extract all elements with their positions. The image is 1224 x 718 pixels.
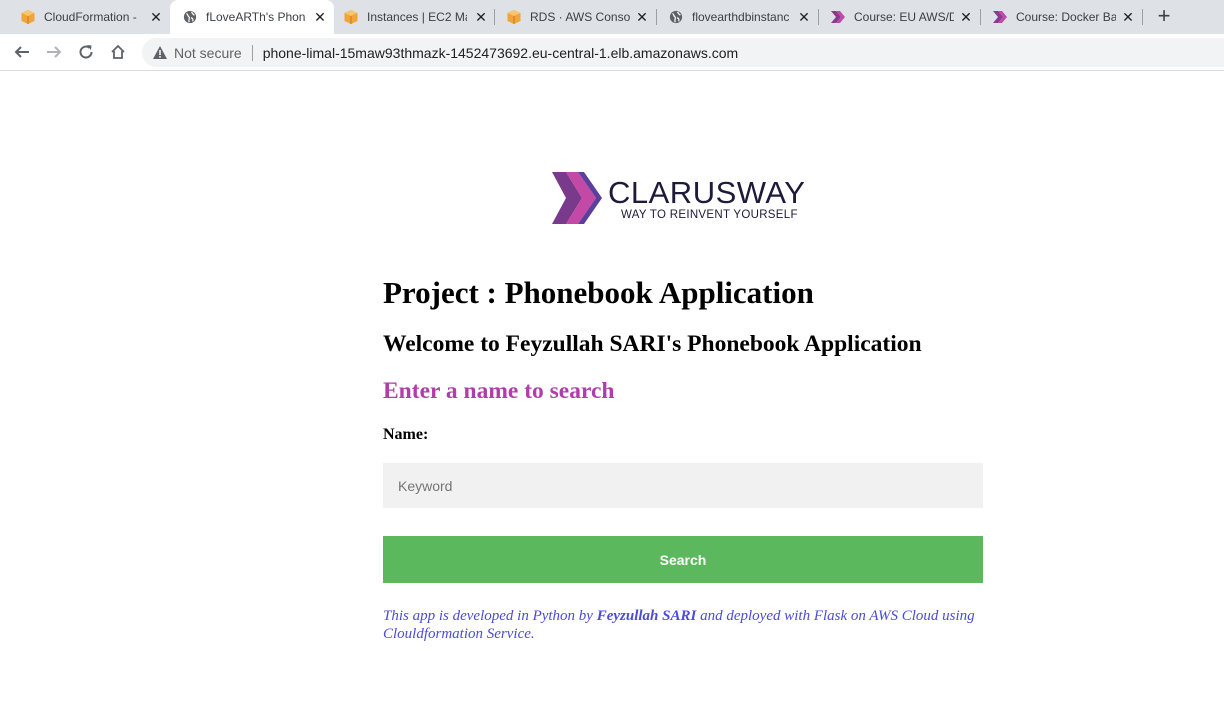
- globe-icon: [182, 9, 198, 25]
- tab-strip: CloudFormation - ✕ fLoveARTh's Phone ✕ I…: [0, 0, 1224, 34]
- back-arrow-icon: [14, 46, 29, 58]
- tab-title: Course: EU AWS/D: [854, 10, 954, 24]
- tab-title: Course: Docker Ba: [1016, 10, 1116, 24]
- page-title: Project : Phonebook Application: [383, 275, 814, 310]
- home-icon: [111, 44, 125, 59]
- tab-title: Instances | EC2 Ma: [367, 10, 467, 24]
- aws-box-icon: [506, 9, 522, 25]
- tab-separator: [1142, 9, 1143, 25]
- tab-phonebook[interactable]: fLoveARTh's Phone ✕: [170, 0, 334, 34]
- footer-author: Feyzullah SARI: [596, 608, 697, 624]
- reload-button[interactable]: [74, 40, 98, 64]
- close-icon[interactable]: ✕: [312, 9, 328, 25]
- clarusway-chevron-icon: [830, 9, 846, 25]
- tab-course-docker[interactable]: Course: Docker Ba ✕: [980, 0, 1142, 34]
- tab-separator: [818, 9, 819, 25]
- tab-rds[interactable]: RDS · AWS Console ✕: [495, 0, 656, 34]
- clarusway-logo: CLARUSWAY WAY TO REINVENT YOURSELF: [552, 170, 822, 226]
- tab-separator: [656, 9, 657, 25]
- globe-icon: [668, 9, 684, 25]
- url-text[interactable]: phone-limal-15maw93thmazk-1452473692.eu-…: [263, 45, 738, 61]
- logo-tagline: WAY TO REINVENT YOURSELF: [621, 209, 798, 221]
- home-button[interactable]: [106, 40, 130, 64]
- search-heading: Enter a name to search: [383, 378, 615, 404]
- tab-db-instance[interactable]: flovearthdbinstanc ✕: [656, 0, 818, 34]
- tab-ec2-instances[interactable]: Instances | EC2 Ma ✕: [334, 0, 495, 34]
- footer-prefix: This app is developed in Python by: [383, 608, 597, 624]
- close-icon[interactable]: ✕: [634, 9, 650, 25]
- browser-toolbar: Not secure phone-limal-15maw93thmazk-145…: [0, 34, 1224, 71]
- close-icon[interactable]: ✕: [148, 9, 164, 25]
- warning-icon: [152, 45, 168, 61]
- name-label: Name:: [383, 426, 429, 443]
- aws-box-icon: [343, 9, 359, 25]
- keyword-input[interactable]: [383, 463, 983, 508]
- logo-brand: CLARUSWAY: [608, 175, 806, 210]
- tab-title: fLoveARTh's Phone: [206, 10, 306, 24]
- omnibox-divider: [251, 44, 253, 61]
- security-label[interactable]: Not secure: [174, 45, 242, 61]
- tab-title: flovearthdbinstanc: [692, 10, 790, 24]
- reload-icon: [79, 45, 93, 59]
- footer-note: This app is developed in Python by Feyzu…: [383, 607, 983, 643]
- clarusway-chevron-icon: [552, 172, 602, 224]
- tab-separator: [494, 9, 495, 25]
- forward-button[interactable]: [42, 40, 66, 64]
- search-button[interactable]: Search: [383, 536, 983, 583]
- tab-course-eu-aws[interactable]: Course: EU AWS/D ✕: [818, 0, 980, 34]
- tab-cloudformation[interactable]: CloudFormation - ✕: [0, 0, 170, 34]
- tab-title: RDS · AWS Console: [530, 10, 630, 24]
- close-icon[interactable]: ✕: [796, 9, 812, 25]
- back-button[interactable]: [10, 40, 34, 64]
- clarusway-chevron-icon: [992, 9, 1008, 25]
- close-icon[interactable]: ✕: [473, 9, 489, 25]
- address-bar[interactable]: Not secure phone-limal-15maw93thmazk-145…: [142, 38, 1224, 67]
- forward-arrow-icon: [47, 46, 62, 58]
- close-icon[interactable]: ✕: [1120, 9, 1136, 25]
- new-tab-button[interactable]: +: [1152, 5, 1176, 29]
- tab-title: CloudFormation -: [44, 10, 137, 24]
- tab-separator: [980, 9, 981, 25]
- close-icon[interactable]: ✕: [958, 9, 974, 25]
- welcome-heading: Welcome to Feyzullah SARI's Phonebook Ap…: [383, 331, 922, 357]
- aws-box-icon: [20, 9, 36, 25]
